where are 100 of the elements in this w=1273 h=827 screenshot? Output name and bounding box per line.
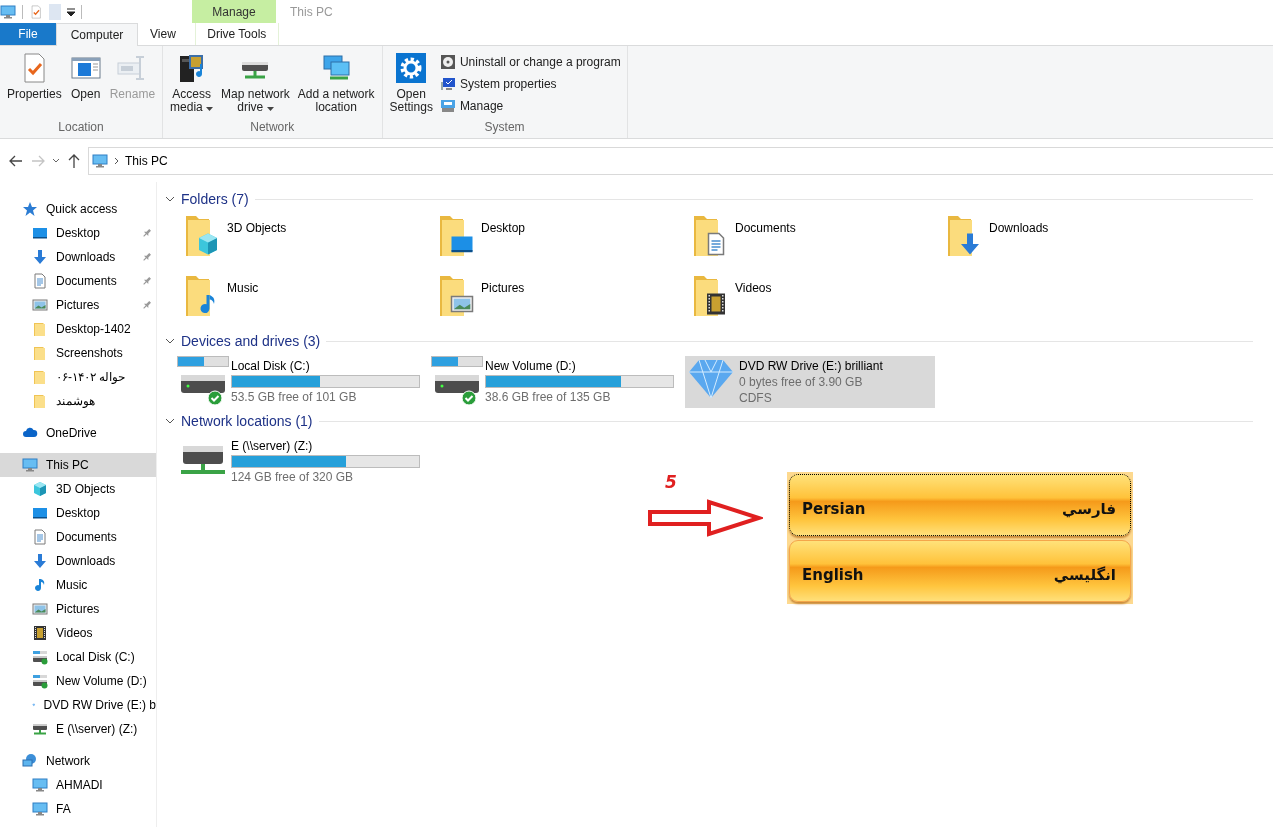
- ribbon-button[interactable]: Map network drive: [218, 50, 293, 116]
- sidebar-item[interactable]: E (\\server) (Z:): [0, 717, 156, 741]
- up-arrow-icon[interactable]: [66, 152, 82, 169]
- computer-icon: [92, 152, 108, 169]
- ribbon-tab[interactable]: View: [138, 23, 188, 45]
- sidebar-item[interactable]: Videos: [0, 621, 156, 645]
- drive-name: DVD RW Drive (E:) brilliant: [739, 359, 883, 373]
- group-label: Location: [57, 119, 105, 136]
- ribbon-button[interactable]: Manage: [437, 97, 623, 115]
- sidebar-label: OneDrive: [46, 426, 97, 440]
- chevron-icon[interactable]: [165, 338, 175, 344]
- sidebar-item[interactable]: Downloads: [0, 549, 156, 573]
- sidebar-item[interactable]: DVD RW Drive (E:) b: [0, 693, 156, 717]
- computer-icon: [22, 457, 38, 473]
- dropdown-icon[interactable]: [67, 7, 75, 16]
- sidebar-label: Videos: [56, 626, 93, 640]
- sidebar-item[interactable]: Quick access: [0, 197, 156, 221]
- ribbon-button[interactable]: Uninstall or change a program: [437, 53, 623, 71]
- settings-icon: [395, 52, 428, 84]
- down-arrow-icon: [32, 249, 48, 265]
- free-space: 53.5 GB free of 101 GB: [231, 390, 358, 404]
- sidebar-label: Downloads: [56, 250, 116, 264]
- checked-page-icon[interactable]: [29, 3, 43, 20]
- folder-tile[interactable]: Documents: [685, 210, 939, 270]
- sidebar-label: Pictures: [56, 602, 100, 616]
- ribbon-button[interactable]: Open: [66, 50, 105, 103]
- ribbon-button[interactable]: Access media: [167, 50, 217, 116]
- picture-icon: [32, 297, 48, 313]
- sidebar-item[interactable]: Downloads: [0, 245, 156, 269]
- ribbon-button[interactable]: Open Settings: [386, 50, 436, 116]
- folder-tile[interactable]: Desktop: [431, 210, 685, 270]
- drive-tile[interactable]: DVD RW Drive (E:) brilliant 0 bytes free of 3.90 GB CDFS: [685, 356, 935, 408]
- drive-tile[interactable]: Local Disk (C:) 53.5 GB free of 101 GB: [177, 356, 427, 408]
- sidebar-label: Desktop: [56, 506, 101, 520]
- ribbon-button[interactable]: Properties: [4, 50, 65, 103]
- annotation-number: 5: [665, 472, 677, 492]
- sidebar-label: Screenshots: [56, 346, 123, 360]
- sidebar-item[interactable]: Local Disk (C:): [0, 645, 156, 669]
- sidebar-label: Documents: [56, 530, 117, 544]
- caret-icon: [266, 107, 274, 111]
- ribbon-button[interactable]: Add a network location: [294, 50, 378, 116]
- folder-tile[interactable]: Pictures: [431, 270, 685, 330]
- folder-tile[interactable]: Music: [177, 270, 431, 330]
- sidebar-item[interactable]: Desktop: [0, 501, 156, 525]
- computer-icon[interactable]: [0, 3, 16, 20]
- folder-tile[interactable]: Downloads: [939, 210, 1193, 270]
- drive-name: Local Disk (C:): [231, 359, 311, 373]
- sidebar-item[interactable]: Desktop: [0, 221, 156, 245]
- ribbon-button[interactable]: System properties: [437, 75, 623, 93]
- group-title: Network locations (1): [181, 413, 313, 429]
- film-icon: [32, 625, 48, 641]
- sidebar-item[interactable]: Pictures: [0, 293, 156, 317]
- sidebar-item[interactable]: This PC: [0, 453, 156, 477]
- sidebar-item[interactable]: هوشمند: [0, 389, 156, 413]
- computer-icon: [32, 777, 48, 793]
- sidebar-item[interactable]: Music: [0, 573, 156, 597]
- sidebar-item[interactable]: Screenshots: [0, 341, 156, 365]
- sidebar-item[interactable]: حواله ۱۴۰۲-۰۶: [0, 365, 156, 389]
- sidebar-label: 3D Objects: [56, 482, 116, 496]
- sidebar-item[interactable]: New Volume (D:): [0, 669, 156, 693]
- network-drive-icon: [32, 721, 48, 737]
- file-system: CDFS: [739, 391, 773, 405]
- chevron-icon[interactable]: [165, 418, 175, 424]
- hard-drive-icon: [180, 374, 226, 394]
- sidebar-label: This PC: [46, 458, 89, 472]
- ribbon-tab[interactable]: Computer: [56, 23, 138, 46]
- recent-caret-icon[interactable]: [52, 157, 60, 164]
- sidebar-item[interactable]: 3D Objects: [0, 477, 156, 501]
- address-bar[interactable]: This PC: [88, 146, 1273, 175]
- sidebar-item[interactable]: FA: [0, 797, 156, 821]
- ribbon-tab[interactable]: Drive Tools: [194, 23, 279, 45]
- hard-drive-icon: [32, 649, 48, 665]
- caret-icon: [206, 107, 214, 111]
- folder-label: Documents: [735, 220, 796, 235]
- folder-tile[interactable]: 3D Objects: [177, 210, 431, 270]
- folder-icon: [32, 369, 48, 385]
- mini-usage-bar-icon: [177, 356, 229, 367]
- sidebar-label: FA: [56, 802, 71, 816]
- folder-label: Videos: [735, 280, 772, 295]
- free-space: 0 bytes free of 3.90 GB: [739, 375, 864, 389]
- sidebar-label: Desktop: [56, 226, 101, 240]
- folder-tile[interactable]: Videos: [685, 270, 939, 330]
- sidebar-item[interactable]: Network: [0, 749, 156, 773]
- chevron-icon: [114, 156, 119, 165]
- chevron-icon[interactable]: [165, 196, 175, 202]
- drive-tile[interactable]: E (\\server) (Z:) 124 GB free of 320 GB: [177, 436, 427, 488]
- sidebar-item[interactable]: Desktop-1402: [0, 317, 156, 341]
- sidebar-item[interactable]: AHMADI: [0, 773, 156, 797]
- window-title: This PC: [289, 3, 333, 21]
- ribbon-tab[interactable]: File: [0, 23, 56, 45]
- sidebar-item[interactable]: Documents: [0, 525, 156, 549]
- sidebar-item[interactable]: OneDrive: [0, 421, 156, 445]
- folder-icon: [32, 345, 48, 361]
- group-title: Devices and drives (3): [181, 333, 321, 349]
- sidebar-label: Music: [56, 578, 88, 592]
- sidebar-item[interactable]: Documents: [0, 269, 156, 293]
- drive-tile[interactable]: New Volume (D:) 38.6 GB free of 135 GB: [431, 356, 681, 408]
- sidebar-item[interactable]: Pictures: [0, 597, 156, 621]
- sidebar-label: Documents: [56, 274, 117, 288]
- hard-drive-icon: [32, 673, 48, 689]
